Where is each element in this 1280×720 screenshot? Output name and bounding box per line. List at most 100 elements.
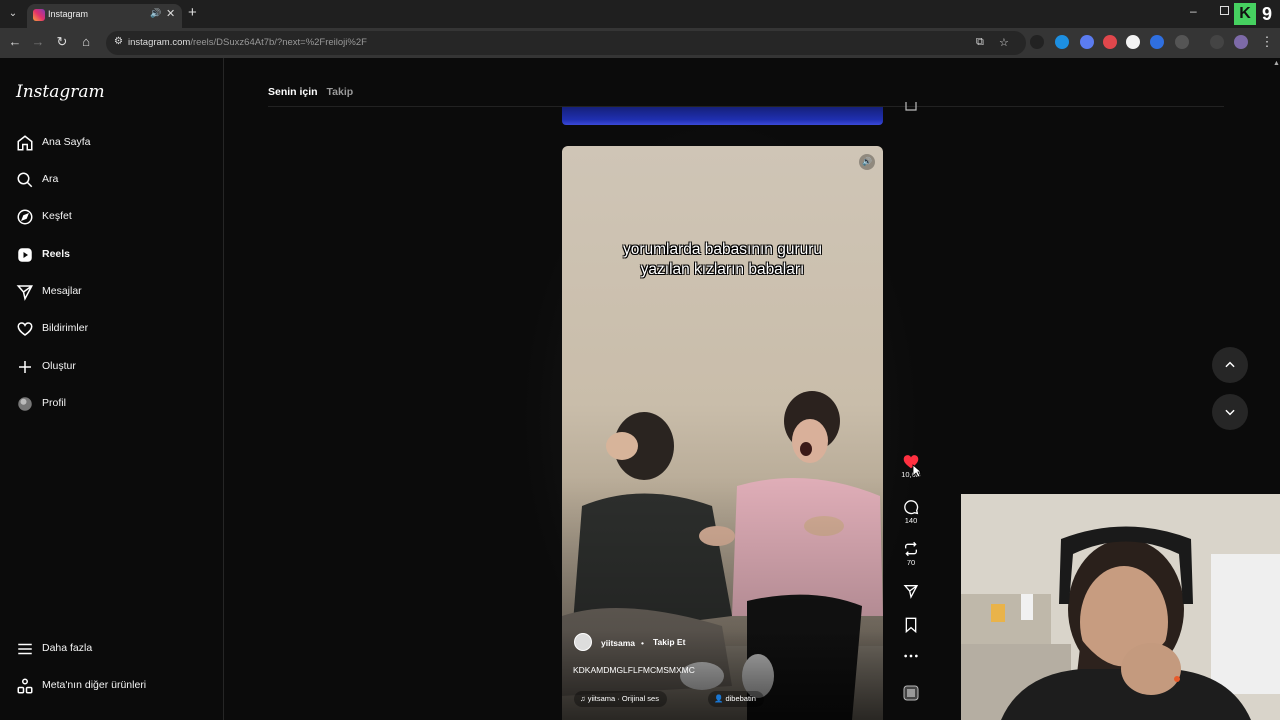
streamer-k-logo: K bbox=[1234, 3, 1256, 25]
sidebar-item-label: Meta'nın diğer ürünleri bbox=[42, 679, 147, 691]
sidebar-item-label: Daha fazla bbox=[42, 642, 93, 654]
forward-icon[interactable]: → bbox=[29, 34, 47, 49]
extension-red-icon[interactable] bbox=[1103, 35, 1117, 49]
install-app-icon[interactable]: ⧉ bbox=[976, 36, 984, 49]
next-reel-button[interactable] bbox=[1212, 394, 1248, 430]
home-button-icon[interactable]: ⌂ bbox=[77, 34, 95, 49]
compass-icon bbox=[17, 209, 33, 225]
sidebar-item-label: Oluştur bbox=[42, 360, 76, 372]
share-button[interactable] bbox=[896, 583, 926, 599]
address-bar[interactable]: ⚙ instagram.com/reels/DSuxz64At7b/?next=… bbox=[106, 31, 1026, 55]
menu-icon bbox=[18, 643, 32, 655]
extension-heart-icon[interactable] bbox=[1126, 35, 1140, 49]
follow-button[interactable]: Takip Et bbox=[653, 637, 685, 647]
send-icon bbox=[16, 285, 33, 301]
audio-label: yiitsama · Orijinal ses bbox=[587, 694, 659, 703]
extension-moon-icon[interactable] bbox=[1030, 35, 1044, 49]
browser-toolbar: ← → ↻ ⌂ ⚙ instagram.com/reels/DSuxz64At7… bbox=[0, 28, 1280, 58]
sidebar-item-search[interactable]: Ara bbox=[16, 169, 206, 193]
instagram-logo[interactable]: Instagram bbox=[16, 82, 105, 102]
person-icon: 👤 bbox=[714, 694, 726, 703]
sidebar-item-profile[interactable]: Profil bbox=[16, 393, 206, 417]
overlay-line: yorumlarda babasının gururu bbox=[622, 241, 823, 258]
reel-description[interactable]: KDKAMDMGLFLFMCMSMXMC bbox=[573, 665, 695, 675]
reels-icon bbox=[18, 248, 32, 262]
volume-icon[interactable]: 🔊 bbox=[859, 154, 875, 170]
audio-thumbnail-icon bbox=[903, 685, 919, 701]
tab-audio-icon[interactable]: 🔊 bbox=[150, 8, 161, 19]
sidebar-item-label: Keşfet bbox=[42, 210, 72, 222]
webcam-person-illustration bbox=[961, 494, 1280, 720]
reel-text-overlay: yorumlarda babasının gururu yazılan kızl… bbox=[562, 240, 883, 280]
sidebar-item-label: Bildirimler bbox=[42, 322, 89, 334]
sidebar-item-label: Profil bbox=[42, 397, 66, 409]
comment-count: 140 bbox=[904, 516, 918, 525]
more-icon bbox=[904, 654, 918, 658]
tab-search-icon[interactable]: ⌄ bbox=[4, 5, 22, 23]
repost-icon bbox=[905, 541, 917, 557]
home-icon bbox=[17, 135, 33, 151]
url-text[interactable]: instagram.com/reels/DSuxz64At7b/?next=%2… bbox=[128, 37, 367, 48]
reload-icon[interactable]: ↻ bbox=[53, 34, 71, 50]
window-controls: – K 9 bbox=[1190, 0, 1280, 28]
sidebar-item-notifications[interactable]: Bildirimler bbox=[16, 318, 206, 342]
sidebar-item-label: Reels bbox=[42, 248, 71, 260]
new-tab-button[interactable]: + bbox=[188, 4, 197, 21]
tab-for-you[interactable]: Senin için bbox=[268, 86, 318, 98]
previous-reel-button[interactable] bbox=[1212, 347, 1248, 383]
sidebar-item-label: Mesajlar bbox=[42, 285, 82, 297]
plus-icon bbox=[19, 361, 31, 373]
menu-kebab-icon[interactable]: ⋮ bbox=[1258, 34, 1276, 50]
chevron-down-icon bbox=[1225, 409, 1235, 416]
reading-list-icon[interactable] bbox=[1210, 35, 1224, 49]
audio-link[interactable]: ♫ yiitsama · Orijinal ses bbox=[574, 691, 667, 707]
sidebar-item-home[interactable]: Ana Sayfa bbox=[16, 132, 206, 156]
browser-tab[interactable]: Instagram 🔊 ✕ bbox=[27, 4, 182, 28]
author-avatar[interactable] bbox=[574, 633, 592, 651]
maximize-button[interactable] bbox=[1220, 6, 1229, 15]
back-icon[interactable]: ← bbox=[6, 34, 24, 49]
reel-video[interactable]: 🔊 yorumlarda babasının gururu yazılan kı… bbox=[562, 146, 883, 720]
sidebar-item-explore[interactable]: Keşfet bbox=[16, 206, 206, 230]
audio-thumbnail-button[interactable] bbox=[896, 685, 926, 701]
tab-close-icon[interactable]: ✕ bbox=[166, 7, 175, 20]
extensions-puzzle-icon[interactable] bbox=[1175, 35, 1189, 49]
tab-following[interactable]: Takip bbox=[327, 86, 354, 98]
sidebar-item-more[interactable]: Daha fazla bbox=[16, 638, 206, 662]
sidebar-item-create[interactable]: Oluştur bbox=[16, 356, 206, 380]
repost-count: 70 bbox=[906, 558, 916, 567]
sidebar-item-label: Ara bbox=[42, 173, 59, 185]
tagged-user-pill[interactable]: 👤 dibebatin bbox=[708, 691, 764, 707]
minimize-button[interactable]: – bbox=[1190, 4, 1197, 18]
sidebar-item-label: Ana Sayfa bbox=[42, 136, 91, 148]
extension-chat-icon[interactable] bbox=[1080, 35, 1094, 49]
more-options-button[interactable] bbox=[896, 653, 926, 659]
bookmark-icon bbox=[905, 617, 917, 633]
sidebar-item-messages[interactable]: Mesajlar bbox=[16, 281, 206, 305]
separator-dot: • bbox=[641, 638, 644, 648]
bookmark-star-icon[interactable]: ☆ bbox=[999, 36, 1009, 49]
sidebar: Instagram Ana Sayfa Ara Keşfet Reels Mes… bbox=[0, 58, 224, 720]
send-icon bbox=[903, 585, 919, 599]
comment-button[interactable]: 140 bbox=[896, 499, 926, 525]
webcam-overlay bbox=[961, 494, 1280, 720]
extension-diamond-icon[interactable] bbox=[1150, 35, 1164, 49]
browser-tab-strip: ⌄ Instagram 🔊 ✕ + – K 9 bbox=[0, 0, 1280, 28]
sidebar-item-meta-products[interactable]: Meta'nın diğer ürünleri bbox=[16, 675, 206, 699]
search-icon bbox=[17, 172, 33, 188]
extension-blue-icon[interactable] bbox=[1055, 35, 1069, 49]
author-username[interactable]: yiitsama bbox=[601, 638, 635, 648]
feed-tabs: Senin için Takip bbox=[268, 86, 353, 98]
bookmark-icon[interactable] bbox=[903, 102, 919, 112]
meta-products-icon bbox=[17, 678, 33, 694]
sidebar-item-reels[interactable]: Reels bbox=[16, 244, 206, 268]
save-button[interactable] bbox=[896, 617, 926, 633]
chevron-up-icon bbox=[1225, 361, 1235, 368]
scroll-up-arrow-icon[interactable]: ▲ bbox=[1273, 60, 1280, 67]
comment-icon bbox=[904, 500, 919, 515]
site-info-icon[interactable]: ⚙ bbox=[114, 36, 123, 47]
repost-button[interactable]: 70 bbox=[896, 541, 926, 567]
music-note-icon: ♫ bbox=[580, 694, 588, 703]
tagged-username: dibebatin bbox=[725, 694, 756, 703]
profile-avatar-icon[interactable] bbox=[1234, 35, 1248, 49]
